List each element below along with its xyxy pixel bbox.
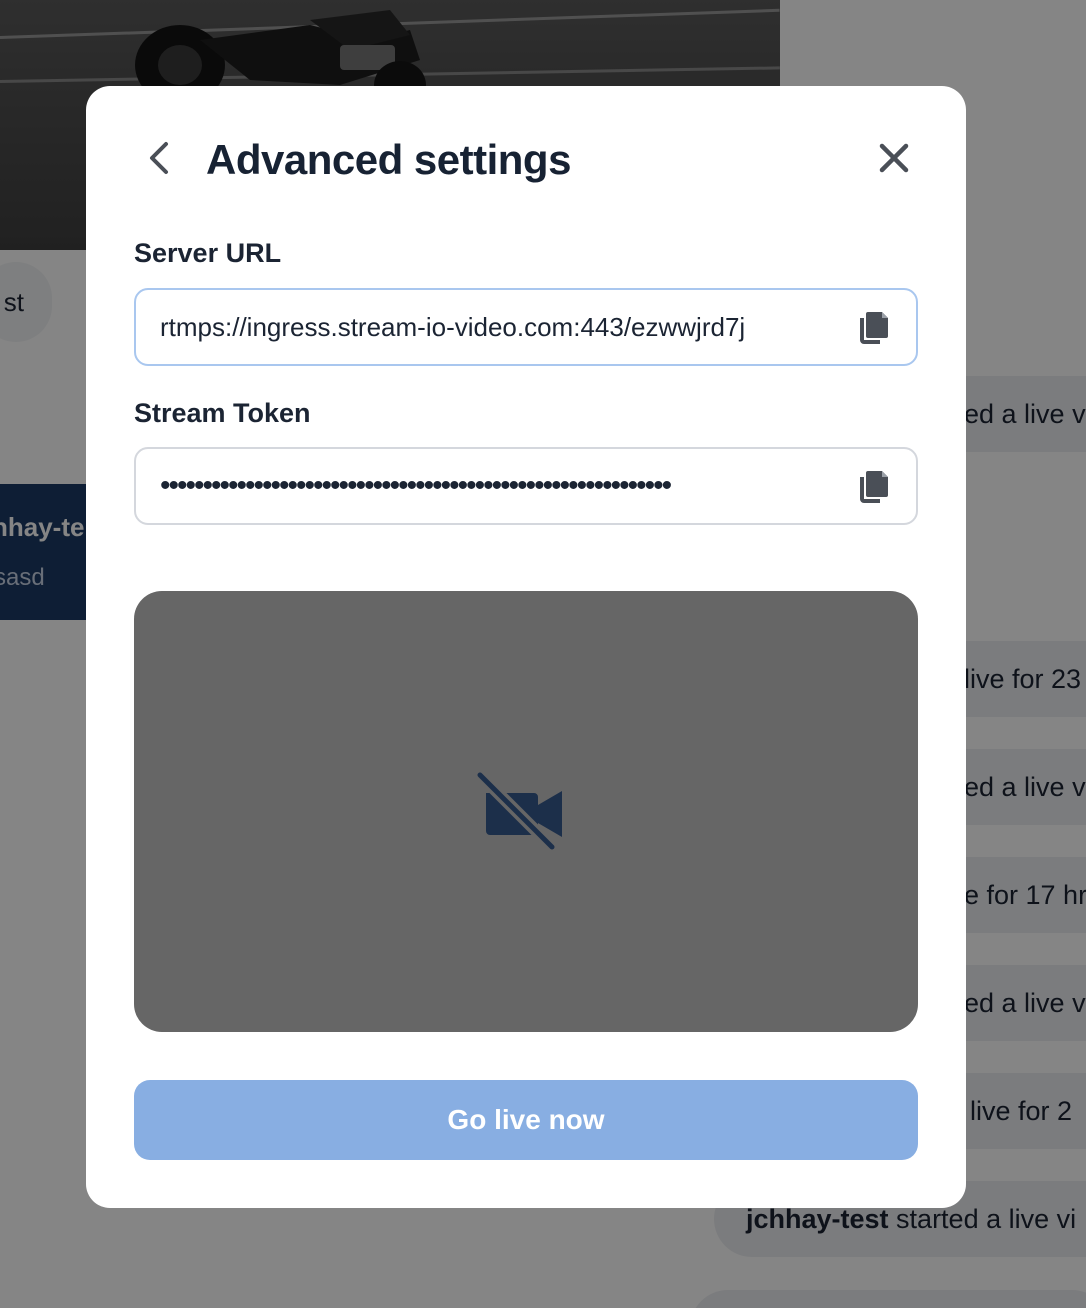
copy-icon	[860, 471, 888, 503]
video-off-icon	[476, 771, 562, 851]
chevron-left-icon	[150, 142, 168, 174]
copy-stream-token-button[interactable]	[856, 469, 890, 505]
server-url-field	[134, 288, 918, 366]
advanced-settings-dialog: Advanced settings Server URL Stream Toke…	[86, 86, 966, 1208]
copy-icon	[860, 312, 888, 344]
server-url-input[interactable]	[160, 290, 828, 364]
close-button[interactable]	[872, 136, 916, 180]
dialog-title: Advanced settings	[206, 136, 571, 183]
close-icon	[879, 143, 909, 173]
stream-token-field: ••••••••••••••••••••••••••••••••••••••••…	[134, 447, 918, 525]
copy-server-url-button[interactable]	[856, 310, 890, 346]
stream-token-label: Stream Token	[134, 398, 311, 428]
video-preview	[134, 591, 918, 1032]
go-live-button[interactable]: Go live now	[134, 1080, 918, 1160]
back-button[interactable]	[138, 134, 182, 182]
stream-token-input[interactable]: ••••••••••••••••••••••••••••••••••••••••…	[160, 449, 828, 523]
server-url-label: Server URL	[134, 238, 282, 268]
